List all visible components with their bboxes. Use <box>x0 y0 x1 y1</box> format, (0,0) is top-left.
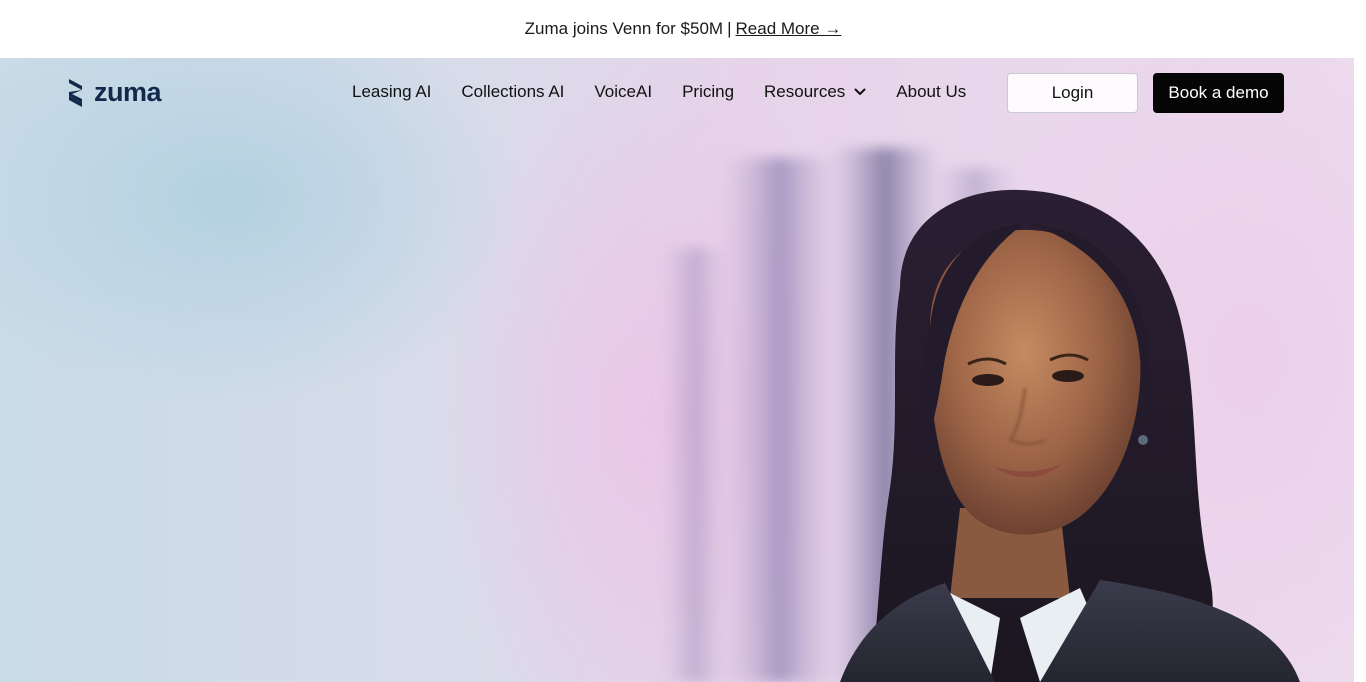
zuma-logo-icon <box>69 78 82 107</box>
nav-link-about-us[interactable]: About Us <box>896 82 966 102</box>
page-scrollbar[interactable] <box>1354 58 1366 682</box>
hero-section: zuma Leasing AI Collections AI VoiceAI P… <box>0 58 1354 682</box>
zuma-logo[interactable]: zuma <box>68 77 162 108</box>
portrait-photo <box>660 148 1300 682</box>
nav-link-resources[interactable]: Resources <box>764 82 866 102</box>
nav-link-pricing[interactable]: Pricing <box>682 82 734 102</box>
main-navigation: zuma Leasing AI Collections AI VoiceAI P… <box>0 58 1354 128</box>
book-demo-button[interactable]: Book a demo <box>1153 73 1284 113</box>
announcement-text: Zuma joins Venn for $50M <box>524 19 724 38</box>
announcement-bar: Zuma joins Venn for $50M | Read More → <box>0 0 1366 58</box>
chevron-down-icon <box>854 88 866 96</box>
read-more-link[interactable]: Read More → <box>736 19 842 39</box>
nav-link-leasing-ai[interactable]: Leasing AI <box>352 82 431 102</box>
login-button[interactable]: Login <box>1007 73 1138 113</box>
nav-link-resources-label: Resources <box>764 82 846 101</box>
nav-link-collections-ai[interactable]: Collections AI <box>461 82 564 102</box>
nav-link-voiceai[interactable]: VoiceAI <box>594 82 652 102</box>
logo-wordmark: zuma <box>94 77 162 107</box>
announcement-separator: | <box>727 19 732 38</box>
nav-links: Leasing AI Collections AI VoiceAI Pricin… <box>352 82 996 102</box>
